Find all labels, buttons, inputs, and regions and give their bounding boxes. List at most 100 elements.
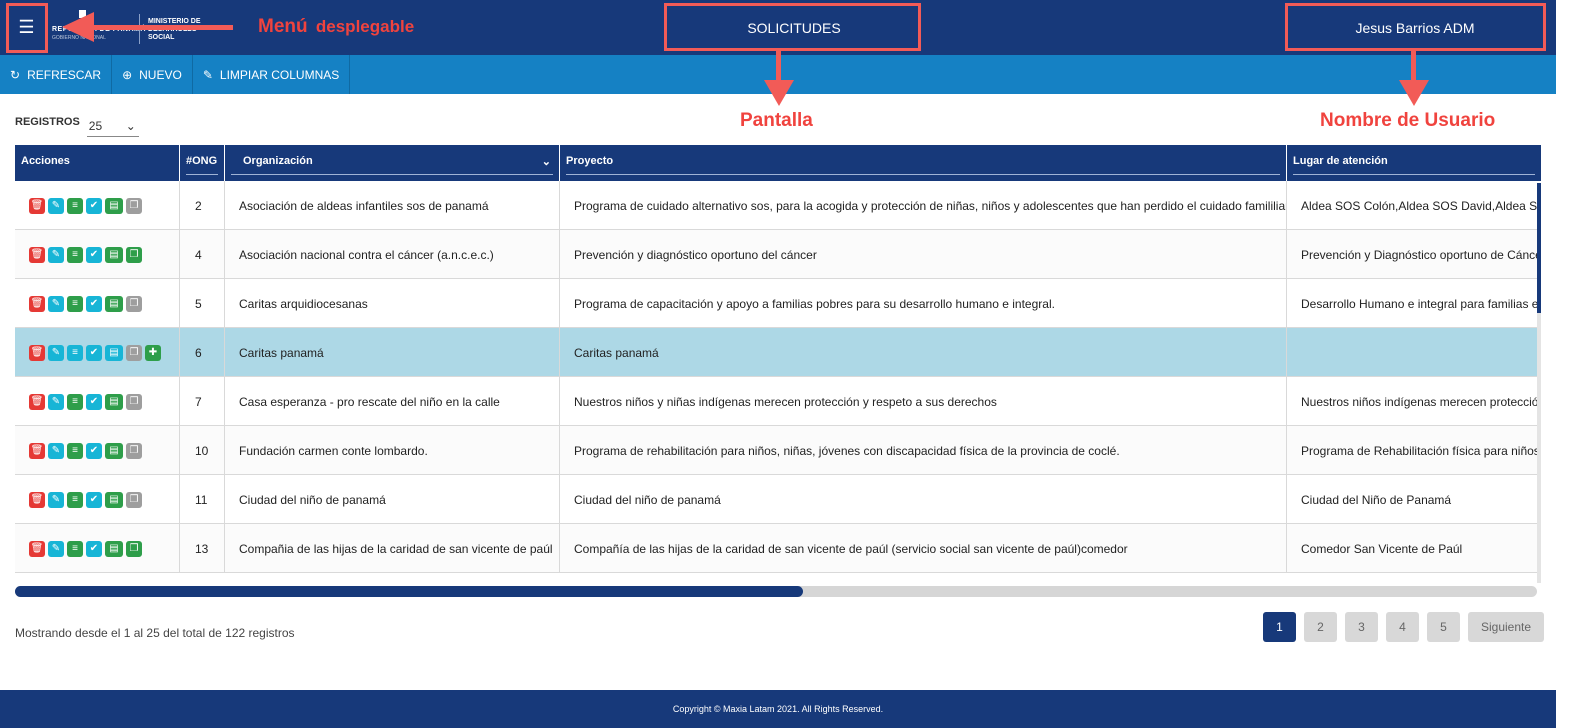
trash-icon[interactable]: 🗑 bbox=[29, 442, 45, 459]
check-icon[interactable]: ✔ bbox=[86, 246, 102, 263]
document-icon[interactable]: ≡ bbox=[67, 344, 83, 361]
copy-icon[interactable]: ❐ bbox=[126, 295, 142, 312]
cell-lugar: Nuestros niños indígenas merecen protecc… bbox=[1301, 394, 1539, 409]
page-size-select[interactable]: 25 ⌄ bbox=[86, 116, 139, 137]
pencil-icon[interactable]: ✎ bbox=[48, 540, 64, 557]
cell-lugar: Ciudad del Niño de Panamá bbox=[1301, 492, 1452, 507]
copy-icon[interactable]: ❐ bbox=[126, 197, 142, 214]
check-icon[interactable]: ✔ bbox=[86, 295, 102, 312]
horizontal-scrollbar[interactable] bbox=[15, 586, 1537, 597]
document-icon[interactable]: ≡ bbox=[67, 197, 83, 214]
document-icon[interactable]: ≡ bbox=[67, 540, 83, 557]
col-lugar-label: Lugar de atención bbox=[1293, 155, 1388, 167]
trash-icon[interactable]: 🗑 bbox=[29, 540, 45, 557]
requests-table: Acciones #ONG Organización ⌄ Proyecto Lu… bbox=[15, 145, 1541, 580]
trash-icon[interactable]: 🗑 bbox=[29, 393, 45, 410]
new-label: NUEVO bbox=[139, 67, 182, 82]
new-button[interactable]: ⊕ NUEVO bbox=[112, 55, 193, 94]
check-icon[interactable]: ✔ bbox=[86, 540, 102, 557]
arrow-down-icon bbox=[1399, 80, 1429, 106]
col-lugar[interactable]: Lugar de atención bbox=[1287, 145, 1541, 181]
trash-icon[interactable]: 🗑 bbox=[29, 491, 45, 508]
refresh-button[interactable]: ↻ REFRESCAR bbox=[0, 55, 113, 94]
table-row[interactable]: 🗑 ✎ ≡ ✔ ▤ ❐ 7 Casa esperanza - pro resca… bbox=[15, 377, 1541, 426]
id-card-icon[interactable]: ▤ bbox=[105, 197, 123, 214]
id-card-icon[interactable]: ▤ bbox=[105, 540, 123, 557]
copy-icon[interactable]: ❐ bbox=[126, 442, 142, 459]
clear-columns-button[interactable]: ✎ LIMPIAR COLUMNAS bbox=[193, 55, 351, 94]
trash-icon[interactable]: 🗑 bbox=[29, 197, 45, 214]
trash-icon[interactable]: 🗑 bbox=[29, 344, 45, 361]
document-icon[interactable]: ≡ bbox=[67, 295, 83, 312]
page-size-control: REGISTROS 25 ⌄ bbox=[15, 116, 139, 137]
id-card-icon[interactable]: ▤ bbox=[105, 491, 123, 508]
check-icon[interactable]: ✔ bbox=[86, 442, 102, 459]
copy-icon[interactable]: ❐ bbox=[126, 491, 142, 508]
id-card-icon[interactable]: ▤ bbox=[105, 393, 123, 410]
col-organizacion-label: Organización bbox=[243, 155, 313, 167]
pencil-icon[interactable]: ✎ bbox=[48, 393, 64, 410]
check-icon[interactable]: ✔ bbox=[86, 491, 102, 508]
table-row[interactable]: 🗑 ✎ ≡ ✔ ▤ ❐ 10 Fundación carmen conte lo… bbox=[15, 426, 1541, 475]
check-icon[interactable]: ✔ bbox=[86, 344, 102, 361]
pencil-icon[interactable]: ✎ bbox=[48, 295, 64, 312]
page-button-5[interactable]: 5 bbox=[1427, 612, 1460, 642]
id-card-icon[interactable]: ▤ bbox=[105, 442, 123, 459]
pencil-icon[interactable]: ✎ bbox=[48, 344, 64, 361]
filter-underline bbox=[566, 174, 1280, 175]
document-icon[interactable]: ≡ bbox=[67, 491, 83, 508]
cell-organizacion: Fundación carmen conte lombardo. bbox=[225, 426, 560, 475]
menu-annotation-label: Menú desplegable bbox=[258, 16, 414, 38]
trash-icon[interactable]: 🗑 bbox=[29, 295, 45, 312]
copy-icon[interactable]: ❐ bbox=[126, 246, 142, 263]
table-row-selected[interactable]: 🗑 ✎ ≡ ✔ ▤ ❐ ✚ 6 Caritas panamá Caritas p… bbox=[15, 328, 1541, 377]
plus-icon[interactable]: ✚ bbox=[145, 344, 161, 361]
table-row[interactable]: 🗑 ✎ ≡ ✔ ▤ ❐ 4 Asociación nacional contra… bbox=[15, 230, 1541, 279]
copy-icon[interactable]: ❐ bbox=[126, 540, 142, 557]
vertical-scrollbar[interactable] bbox=[1537, 183, 1541, 583]
cell-lugar: Comedor San Vicente de Paúl bbox=[1301, 541, 1463, 556]
table-row[interactable]: 🗑 ✎ ≡ ✔ ▤ ❐ 13 Compañia de las hijas de … bbox=[15, 524, 1541, 573]
next-page-button[interactable]: Siguiente bbox=[1468, 612, 1544, 642]
plus-circle-icon: ⊕ bbox=[122, 67, 133, 82]
document-icon[interactable]: ≡ bbox=[67, 442, 83, 459]
col-proyecto[interactable]: Proyecto bbox=[560, 145, 1287, 181]
document-icon[interactable]: ≡ bbox=[67, 246, 83, 263]
cell-organizacion: Caritas panamá bbox=[225, 328, 560, 377]
check-icon[interactable]: ✔ bbox=[86, 197, 102, 214]
trash-icon[interactable]: 🗑 bbox=[29, 246, 45, 263]
cell-organizacion: Caritas arquidiocesanas bbox=[225, 279, 560, 328]
copy-icon[interactable]: ❐ bbox=[126, 344, 142, 361]
pencil-icon[interactable]: ✎ bbox=[48, 491, 64, 508]
page-button-1[interactable]: 1 bbox=[1263, 612, 1296, 642]
cell-lugar bbox=[1287, 328, 1541, 377]
document-icon[interactable]: ≡ bbox=[67, 393, 83, 410]
pencil-icon[interactable]: ✎ bbox=[48, 246, 64, 263]
cell-proyecto: Nuestros niños y niñas indígenas merecen… bbox=[560, 377, 1287, 426]
check-icon[interactable]: ✔ bbox=[86, 393, 102, 410]
pencil-icon[interactable]: ✎ bbox=[48, 442, 64, 459]
page-button-2[interactable]: 2 bbox=[1304, 612, 1337, 642]
cell-proyecto: Ciudad del niño de panamá bbox=[560, 475, 1287, 524]
col-organizacion[interactable]: Organización ⌄ bbox=[225, 145, 560, 181]
page-button-4[interactable]: 4 bbox=[1386, 612, 1419, 642]
id-card-icon[interactable]: ▤ bbox=[105, 344, 123, 361]
col-ong[interactable]: #ONG bbox=[180, 145, 225, 181]
page-button-3[interactable]: 3 bbox=[1345, 612, 1378, 642]
table-row[interactable]: 🗑 ✎ ≡ ✔ ▤ ❐ 11 Ciudad del niño de panamá… bbox=[15, 475, 1541, 524]
id-card-icon[interactable]: ▤ bbox=[105, 295, 123, 312]
filter-underline bbox=[186, 174, 218, 175]
refresh-label: REFRESCAR bbox=[27, 67, 102, 82]
table-row[interactable]: 🗑 ✎ ≡ ✔ ▤ ❐ 2 Asociación de aldeas infan… bbox=[15, 181, 1541, 230]
user-annotation-arrow bbox=[1411, 51, 1416, 83]
copy-icon[interactable]: ❐ bbox=[126, 393, 142, 410]
vertical-scroll-thumb[interactable] bbox=[1537, 183, 1541, 313]
pencil-icon[interactable]: ✎ bbox=[48, 197, 64, 214]
filter-underline bbox=[1293, 174, 1535, 175]
horizontal-scroll-thumb[interactable] bbox=[15, 586, 803, 597]
table-row[interactable]: 🗑 ✎ ≡ ✔ ▤ ❐ 5 Caritas arquidiocesanas Pr… bbox=[15, 279, 1541, 328]
cell-proyecto: Compañía de las hijas de la caridad de s… bbox=[560, 524, 1287, 573]
page-size-value: 25 bbox=[88, 119, 103, 133]
id-card-icon[interactable]: ▤ bbox=[105, 246, 123, 263]
col-acciones[interactable]: Acciones bbox=[15, 145, 180, 181]
